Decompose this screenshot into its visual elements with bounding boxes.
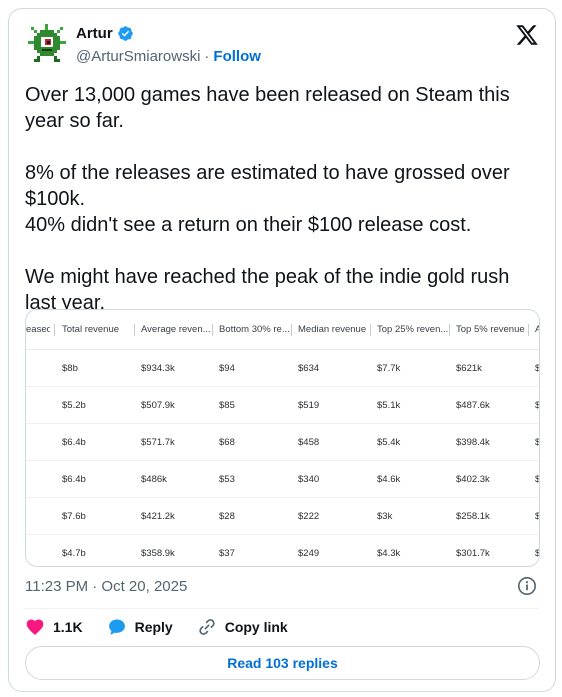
table-cell: $6.4b: [62, 436, 86, 448]
table-cell: $421.2k: [141, 510, 175, 522]
table-cell: $28: [219, 510, 235, 522]
table-cell: $7.7k: [377, 362, 401, 374]
table-cell: [26, 424, 50, 460]
table-row: $8b $934.3k $94 $634 $7.7k $621k $: [26, 350, 540, 387]
dot-separator: ·: [204, 48, 210, 65]
table-cell: $3k: [377, 510, 393, 522]
table-cell: $5.4k: [377, 436, 401, 448]
table-cell: $621k: [456, 362, 482, 374]
column-header: Average reven...: [141, 324, 211, 335]
table-cell: $487.6k: [456, 399, 490, 411]
table-cell: $634: [298, 362, 320, 374]
column-header: Total revenue: [62, 324, 120, 335]
info-icon[interactable]: [517, 576, 537, 596]
table-cell: $94: [219, 362, 235, 374]
table-row: $6.4b $571.7k $68 $458 $5.4k $398.4k $: [26, 424, 540, 461]
table-cell: $402.3k: [456, 473, 490, 485]
follow-button[interactable]: Follow: [213, 48, 261, 65]
author-handle-row: @ArturSmiarowski · Follow: [76, 48, 261, 65]
table-cell: $7.6b: [62, 510, 86, 522]
reply-button[interactable]: Reply: [107, 617, 173, 637]
table-cell: $258.1k: [456, 510, 490, 522]
x-logo-icon[interactable]: [515, 23, 539, 47]
table-cell: $: [535, 510, 540, 522]
tweet-paragraph: 40% didn't see a return on their $100 re…: [25, 214, 472, 236]
author-name[interactable]: Artur: [76, 25, 113, 42]
link-icon: [199, 619, 215, 635]
table-cell: $249: [298, 548, 320, 559]
table-cell: $340: [298, 473, 320, 485]
table-cell: [26, 535, 50, 566]
table-cell: $398.4k: [456, 436, 490, 448]
avatar-pixel-monster-icon: [25, 21, 69, 65]
column-header: eased: [26, 324, 50, 335]
author-name-row: Artur: [76, 25, 134, 42]
table-row: $5.2b $507.9k $85 $519 $5.1k $487.6k $: [26, 387, 540, 424]
timestamp[interactable]: 11:23 PM · Oct 20, 2025: [25, 578, 187, 595]
table-cell: $4.6k: [377, 473, 401, 485]
table-cell: $6.4b: [62, 473, 86, 485]
table-cell: $37: [219, 548, 235, 559]
column-header: A: [535, 310, 539, 349]
read-replies-label: Read 103 replies: [227, 655, 338, 671]
media-image[interactable]: eased Total revenue Average reven... Bot…: [25, 309, 540, 567]
table-cell: $4.3k: [377, 548, 401, 559]
table-cell: $4.7b: [62, 548, 86, 559]
table-cell: $8b: [62, 362, 78, 374]
table-cell: $486k: [141, 473, 167, 485]
verified-badge-icon: [117, 25, 134, 42]
revenue-table: eased Total revenue Average reven... Bot…: [26, 310, 540, 566]
like-count: 1.1K: [53, 619, 83, 635]
table-cell: $5.2b: [62, 399, 86, 411]
table-cell: $5.1k: [377, 399, 401, 411]
author-handle[interactable]: @ArturSmiarowski: [76, 48, 200, 65]
table-cell: $358.9k: [141, 548, 175, 559]
tweet-text: Over 13,000 games have been released on …: [25, 82, 545, 316]
table-cell: $: [535, 362, 540, 374]
action-bar: 1.1K Reply Copy link: [25, 615, 312, 639]
column-header: Median revenue: [298, 324, 367, 335]
table-cell: $68: [219, 436, 235, 448]
table-cell: $: [535, 399, 540, 411]
tweet-paragraph: 8% of the releases are estimated to have…: [25, 162, 510, 210]
table-cell: $: [535, 548, 540, 559]
table-cell: [26, 498, 50, 534]
copy-link-label: Copy link: [224, 619, 288, 635]
table-cell: $85: [219, 399, 235, 411]
table-row: $7.6b $421.2k $28 $222 $3k $258.1k $: [26, 498, 540, 535]
reply-label: Reply: [134, 619, 173, 635]
avatar[interactable]: [25, 21, 69, 65]
table-cell: $571.7k: [141, 436, 175, 448]
table-cell: $934.3k: [141, 362, 175, 374]
table-cell: $53: [219, 473, 235, 485]
heart-icon: [26, 619, 44, 635]
table-row: $6.4b $486k $53 $340 $4.6k $402.3k $: [26, 461, 540, 498]
tweet-card: Artur @ArturSmiarowski · Follow Over 13,…: [8, 8, 556, 692]
table-cell: $222: [298, 510, 320, 522]
column-header: Bottom 30% re...: [219, 324, 290, 335]
table-cell: [26, 350, 50, 386]
table-header: eased Total revenue Average reven... Bot…: [26, 310, 539, 350]
column-header: Top 25% reven...: [377, 324, 449, 335]
divider: [25, 608, 539, 609]
like-button[interactable]: 1.1K: [25, 617, 83, 637]
table-body: $8b $934.3k $94 $634 $7.7k $621k $ $5.2b $507.9k…: [26, 350, 540, 566]
table-row: $4.7b $358.9k $37 $249 $4.3k $301.7k $: [26, 535, 540, 566]
table-cell: $: [535, 436, 540, 448]
copy-link-button[interactable]: Copy link: [197, 617, 288, 637]
column-header: Top 5% revenue: [456, 324, 525, 335]
reply-bubble-icon: [108, 619, 125, 635]
table-cell: $519: [298, 399, 320, 411]
table-cell: $: [535, 473, 540, 485]
table-cell: $301.7k: [456, 548, 490, 559]
tweet-paragraph: Over 13,000 games have been released on …: [25, 84, 510, 132]
table-cell: $507.9k: [141, 399, 175, 411]
table-cell: [26, 461, 50, 497]
read-replies-button[interactable]: Read 103 replies: [25, 646, 540, 680]
table-cell: [26, 387, 50, 423]
table-cell: $458: [298, 436, 320, 448]
